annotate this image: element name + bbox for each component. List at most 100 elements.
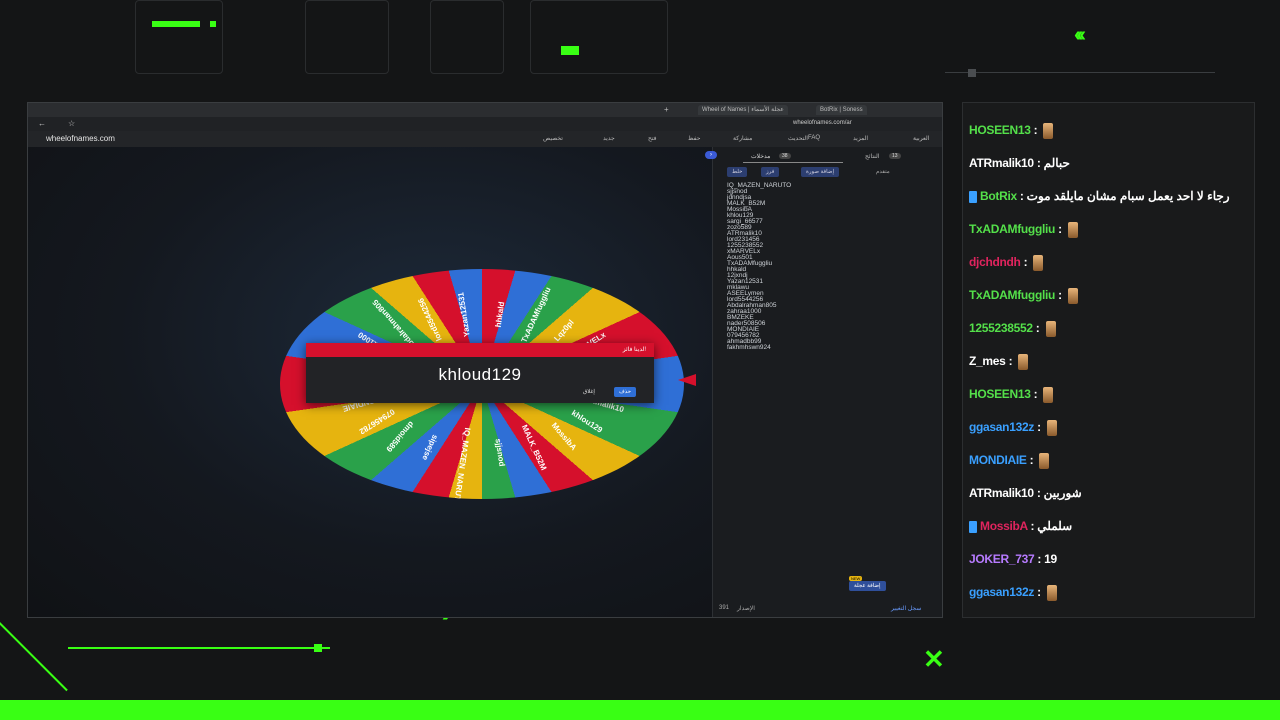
close-button[interactable]: إغلاق: [578, 387, 600, 397]
bg-frame-line: [945, 72, 1215, 73]
collapse-panel-icon[interactable]: ›: [705, 151, 717, 159]
bot-badge-icon: [969, 520, 977, 533]
nav-update[interactable]: التحديث: [788, 135, 808, 142]
chat-message: MONDIAIE :: [969, 453, 1050, 469]
bg-outline-4: [530, 0, 668, 74]
winner-name: khloud129: [438, 365, 522, 384]
site-name[interactable]: wheelofnames.com: [46, 134, 115, 143]
chat-panel: HOSEEN13 : ATRmalik10 : حبالم BotRix : رج…: [962, 102, 1255, 618]
sort-button[interactable]: فرز: [761, 167, 780, 177]
remove-button[interactable]: حذف: [614, 387, 636, 397]
chat-separator: :: [1055, 288, 1065, 303]
chat-message: ggasan132z :: [969, 585, 1057, 601]
chat-text: رجاء لا احد يعمل سبام مشان مايلقد موت: [1026, 189, 1230, 203]
chat-separator: :: [1026, 453, 1037, 468]
nav-save[interactable]: حفظ: [688, 135, 700, 142]
chat-username[interactable]: Z_mes: [969, 354, 1006, 368]
chat-username[interactable]: ATRmalik10: [969, 486, 1034, 500]
add-image-button[interactable]: إضافة صورة: [801, 167, 840, 177]
star-icon[interactable]: ☆: [68, 119, 75, 128]
chat-username[interactable]: HOSEEN13: [969, 123, 1031, 137]
tab-results[interactable]: النتائج: [865, 153, 880, 160]
chat-username[interactable]: MONDIAIE: [969, 453, 1027, 467]
chat-text: شوربين: [1043, 486, 1082, 500]
chat-username[interactable]: JOKER_737: [969, 552, 1035, 566]
changelog-link[interactable]: سجل التغيير: [891, 605, 921, 612]
wheel-segment-label: dmoid589: [384, 419, 416, 454]
wheel-segment-label: sjjsnod: [493, 438, 507, 468]
winner-dialog: لدينا فائز! khloud129 إغلاق حذف: [306, 343, 654, 403]
tab-botrix[interactable]: BotRix | Soness: [816, 105, 867, 115]
chat-message: ggasan132z :: [969, 420, 1057, 436]
entries-panel: › مدخلات 38 النتائج 13 خلط فرز إضافة صور…: [705, 147, 942, 617]
chat-message: MossibA : سلملي: [969, 519, 1072, 533]
nav-faq[interactable]: FAQ: [808, 135, 820, 141]
site-header: wheelofnames.com العربية المزيد FAQ التح…: [28, 131, 942, 148]
address-bar[interactable]: ← ☆ wheelofnames.com/ar: [28, 117, 942, 131]
chat-username[interactable]: HOSEEN13: [969, 387, 1031, 401]
shuffle-button[interactable]: خلط: [727, 167, 748, 177]
chat-username[interactable]: ggasan132z: [969, 420, 1034, 434]
chat-separator: :: [1016, 189, 1027, 203]
chat-message: HOSEEN13 :: [969, 387, 1054, 403]
chat-separator: :: [1030, 123, 1041, 138]
wheel-segment-label: Yazan12531: [456, 291, 472, 338]
browser-tabbar: Wheel of Names | عجلة الأسماء BotRix | S…: [28, 103, 942, 117]
entry-item[interactable]: fakhmhswn924: [727, 344, 927, 351]
advanced-checkbox[interactable]: متقدم: [871, 167, 895, 177]
nav-open[interactable]: فتح: [648, 135, 657, 142]
emote-icon: [1067, 222, 1078, 238]
wheel-segment-label: lord5544256: [416, 296, 444, 343]
chat-username[interactable]: BotRix: [980, 189, 1017, 203]
tab-wheel-of-names[interactable]: Wheel of Names | عجلة الأسماء: [698, 105, 788, 115]
emote-icon: [1043, 123, 1054, 139]
chat-username[interactable]: ATRmalik10: [969, 156, 1034, 170]
winner-title: لدينا فائز!: [306, 343, 654, 357]
new-tab-icon[interactable]: +: [664, 105, 669, 114]
entries-list[interactable]: IQ_MAZEN_NARUTO sjjsnod jdnndjsa MALK_B52M M…: [727, 182, 927, 351]
deco-green-node: [314, 644, 322, 652]
back-icon[interactable]: ←: [38, 119, 46, 128]
chat-separator: :: [1034, 420, 1044, 435]
chat-message: HOSEEN13 :: [969, 123, 1054, 139]
emote-icon: [1018, 354, 1029, 370]
chat-username[interactable]: 1255238552: [969, 321, 1033, 335]
wheel-canvas: hhkaldTxADAMfuggliuLqz0plxMARVELx1255238…: [28, 147, 712, 617]
version-number: 391: [719, 605, 730, 611]
chat-message: ATRmalik10 : شوربين: [969, 486, 1082, 500]
emote-icon: [1046, 585, 1057, 601]
wheel-segment-label: 079456782: [357, 406, 397, 436]
tab-underline: [743, 162, 843, 163]
wheel-segment-label: hhkald: [493, 300, 507, 328]
entries-count: 38: [779, 153, 791, 159]
emote-icon: [1043, 387, 1054, 403]
emote-icon: [1033, 255, 1044, 271]
nav-language[interactable]: العربية: [913, 135, 929, 142]
bot-badge-icon: [969, 190, 977, 203]
add-wheel-button[interactable]: إضافة عجلة: [849, 581, 886, 591]
deco-green-diag: [0, 612, 68, 692]
chat-message: 1255238552 :: [969, 321, 1056, 337]
chat-username[interactable]: TxADAMfuggliu: [969, 222, 1055, 236]
chat-separator: :: [1033, 156, 1044, 170]
nav-share[interactable]: مشاركة: [733, 135, 752, 142]
results-count: 13: [889, 153, 901, 159]
chat-message: ATRmalik10 : حبالم: [969, 156, 1070, 170]
nav-new[interactable]: جديد: [603, 135, 615, 142]
deco-green-dash-3: [561, 46, 579, 55]
tab-entries[interactable]: مدخلات: [751, 153, 770, 160]
bg-outline-3: [430, 0, 504, 74]
chat-username[interactable]: TxADAMfuggliu: [969, 288, 1055, 302]
nav-customize[interactable]: تخصيص: [543, 135, 563, 142]
chat-username[interactable]: djchdndh: [969, 255, 1021, 269]
chat-username[interactable]: MossibA: [980, 519, 1028, 533]
emote-icon: [1067, 288, 1078, 304]
chat-separator: :: [1033, 486, 1044, 500]
emote-icon: [1045, 321, 1056, 337]
chat-separator: :: [1027, 519, 1038, 533]
nav-more[interactable]: المزيد: [853, 135, 868, 142]
chat-username[interactable]: ggasan132z: [969, 585, 1034, 599]
wheel-segment-label: IQ_MAZEN_NARUTO: [451, 427, 473, 499]
deco-green-dash-1: [152, 21, 200, 27]
chat-separator: :: [1032, 321, 1043, 336]
